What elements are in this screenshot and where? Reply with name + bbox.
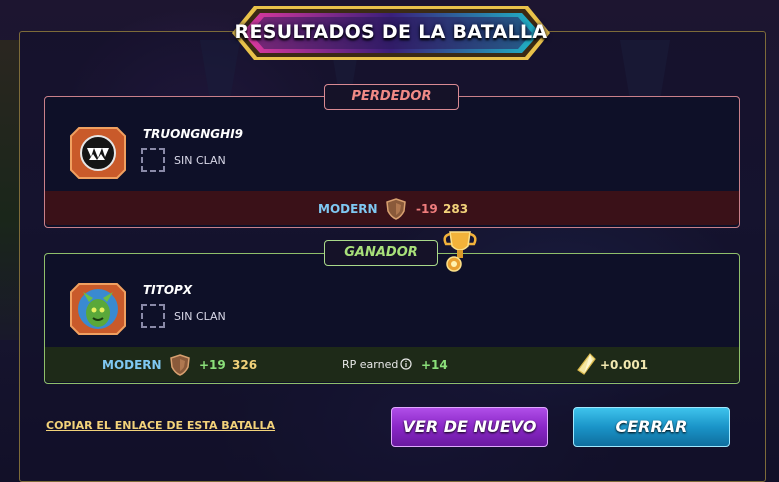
fanged-monster-icon <box>69 124 127 182</box>
watch-again-button[interactable]: VER DE NUEVO <box>391 407 548 447</box>
bronze-shield-icon <box>386 198 406 220</box>
winner-rating-change: +19 <box>199 358 226 372</box>
rp-earned-label: RP earned <box>342 358 399 371</box>
clan-placeholder-icon <box>141 304 165 328</box>
loser-format: MODERN <box>318 202 378 216</box>
rp-earned-value: +14 <box>421 358 448 372</box>
loser-clan: SIN CLAN <box>174 154 226 167</box>
close-button[interactable]: CERRAR <box>573 407 730 447</box>
winner-format: MODERN <box>102 358 162 372</box>
loser-rating: 283 <box>443 202 469 216</box>
cactus-creature-icon <box>69 280 127 338</box>
loser-rating-change: -19 <box>416 202 438 216</box>
trophy-icon <box>443 231 477 272</box>
clan-placeholder-icon <box>141 148 165 172</box>
winner-player-name[interactable]: TITOPX <box>143 283 192 297</box>
title-banner: RESULTADOS DE LA BATALLA <box>232 4 550 62</box>
copy-battle-link[interactable]: COPIAR EL ENLACE DE ESTA BATALLA <box>46 419 275 432</box>
info-icon[interactable] <box>400 358 412 370</box>
winner-tag: GANADOR <box>324 240 438 266</box>
crystal-shard-icon <box>577 353 596 375</box>
loser-tag: PERDEDOR <box>324 84 459 110</box>
background-side-cards <box>0 40 19 340</box>
loser-player-name[interactable]: TRUONGNGHI9 <box>143 127 243 141</box>
bronze-shield-icon <box>170 354 190 376</box>
winner-clan: SIN CLAN <box>174 310 226 323</box>
page-title: RESULTADOS DE LA BATALLA <box>234 21 548 43</box>
winner-rating: 326 <box>232 358 258 372</box>
reward-value: +0.001 <box>600 358 649 372</box>
